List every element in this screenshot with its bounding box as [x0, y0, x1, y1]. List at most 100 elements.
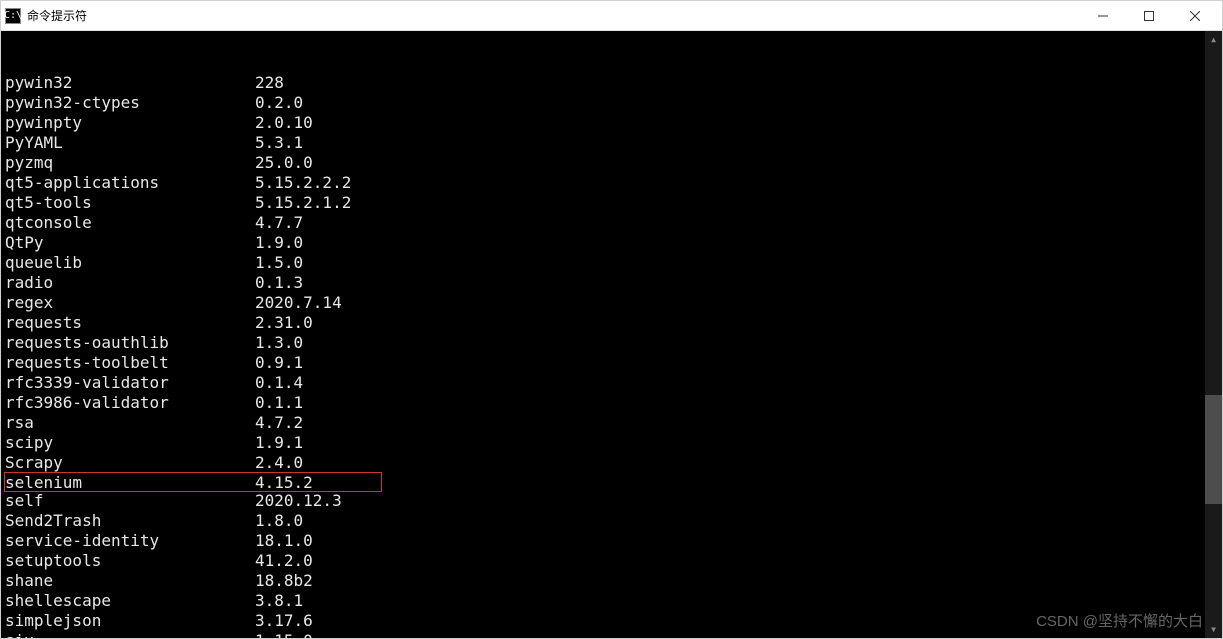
package-row: requests2.31.0: [5, 313, 1201, 333]
close-icon: [1190, 11, 1200, 21]
titlebar: C:\ 命令提示符: [1, 1, 1222, 31]
package-name: Send2Trash: [5, 511, 255, 531]
package-version: 1.9.0: [255, 233, 1201, 253]
package-name: requests-toolbelt: [5, 353, 255, 373]
package-version: 5.15.2.1.2: [255, 193, 1201, 213]
package-row: simplejson3.17.6: [5, 611, 1201, 631]
package-row: QtPy1.9.0: [5, 233, 1201, 253]
package-row: pyzmq25.0.0: [5, 153, 1201, 173]
package-row: rsa4.7.2: [5, 413, 1201, 433]
package-name: pywinpty: [5, 113, 255, 133]
package-name: requests-oauthlib: [5, 333, 255, 353]
package-row: qt5-tools5.15.2.1.2: [5, 193, 1201, 213]
package-row: pywin32228: [5, 73, 1201, 93]
package-row: shellescape3.8.1: [5, 591, 1201, 611]
package-row: pywinpty2.0.10: [5, 113, 1201, 133]
package-name: six: [5, 631, 255, 638]
package-row: PyYAML5.3.1: [5, 133, 1201, 153]
package-version: 18.8b2: [255, 571, 1201, 591]
scroll-up-arrow[interactable]: ▲: [1205, 31, 1222, 48]
package-version: 4.15.2: [255, 473, 381, 491]
package-version: 2.0.10: [255, 113, 1201, 133]
package-name: service-identity: [5, 531, 255, 551]
package-version: 228: [255, 73, 1201, 93]
terminal-output[interactable]: pywin32228pywin32-ctypes0.2.0pywinpty2.0…: [1, 31, 1205, 638]
package-version: 18.1.0: [255, 531, 1201, 551]
package-name: qtconsole: [5, 213, 255, 233]
package-row: shane18.8b2: [5, 571, 1201, 591]
package-name: PyYAML: [5, 133, 255, 153]
package-name: pyzmq: [5, 153, 255, 173]
package-version: 5.3.1: [255, 133, 1201, 153]
package-row: regex2020.7.14: [5, 293, 1201, 313]
package-name: rfc3339-validator: [5, 373, 255, 393]
package-name: pywin32-ctypes: [5, 93, 255, 113]
package-version: 2020.7.14: [255, 293, 1201, 313]
package-row: Send2Trash1.8.0: [5, 511, 1201, 531]
package-row: six1.15.0: [5, 631, 1201, 638]
package-version: 1.5.0: [255, 253, 1201, 273]
vertical-scrollbar[interactable]: ▲ ▼: [1205, 31, 1222, 638]
package-name: Scrapy: [5, 453, 255, 473]
package-version: 0.1.1: [255, 393, 1201, 413]
package-name: setuptools: [5, 551, 255, 571]
window-controls: [1080, 1, 1218, 30]
package-version: 4.7.2: [255, 413, 1201, 433]
package-name: qt5-applications: [5, 173, 255, 193]
package-version: 4.7.7: [255, 213, 1201, 233]
package-name: qt5-tools: [5, 193, 255, 213]
package-version: 1.9.1: [255, 433, 1201, 453]
watermark: CSDN @坚持不懈的大白: [1036, 610, 1203, 631]
package-name: shane: [5, 571, 255, 591]
terminal-area: pywin32228pywin32-ctypes0.2.0pywinpty2.0…: [1, 31, 1222, 638]
package-name: rsa: [5, 413, 255, 433]
package-version: 0.9.1: [255, 353, 1201, 373]
scroll-down-arrow[interactable]: ▼: [1205, 621, 1222, 638]
package-version: 25.0.0: [255, 153, 1201, 173]
package-name: requests: [5, 313, 255, 333]
package-version: 0.1.4: [255, 373, 1201, 393]
package-row: setuptools41.2.0: [5, 551, 1201, 571]
package-name: shellescape: [5, 591, 255, 611]
package-row: Scrapy2.4.0: [5, 453, 1201, 473]
package-version: 2.4.0: [255, 453, 1201, 473]
package-version: 1.8.0: [255, 511, 1201, 531]
scrollbar-thumb[interactable]: [1205, 395, 1222, 504]
package-name: scipy: [5, 433, 255, 453]
package-name: self: [5, 491, 255, 511]
package-row: qtconsole4.7.7: [5, 213, 1201, 233]
maximize-icon: [1144, 11, 1154, 21]
close-button[interactable]: [1172, 1, 1218, 30]
package-version: 1.15.0: [255, 631, 1201, 638]
package-version: 2.31.0: [255, 313, 1201, 333]
package-name: pywin32: [5, 73, 255, 93]
package-row: radio0.1.3: [5, 273, 1201, 293]
package-row: requests-toolbelt0.9.1: [5, 353, 1201, 373]
package-row: requests-oauthlib1.3.0: [5, 333, 1201, 353]
package-row: rfc3986-validator0.1.1: [5, 393, 1201, 413]
package-name: selenium: [5, 473, 255, 491]
package-name: QtPy: [5, 233, 255, 253]
package-version: 3.8.1: [255, 591, 1201, 611]
package-version: 1.3.0: [255, 333, 1201, 353]
package-row: service-identity18.1.0: [5, 531, 1201, 551]
minimize-button[interactable]: [1080, 1, 1126, 30]
package-version: 2020.12.3: [255, 491, 1201, 511]
package-row: scipy1.9.1: [5, 433, 1201, 453]
package-row: queuelib1.5.0: [5, 253, 1201, 273]
package-name: regex: [5, 293, 255, 313]
minimize-icon: [1098, 11, 1108, 21]
package-name: simplejson: [5, 611, 255, 631]
package-row: qt5-applications5.15.2.2.2: [5, 173, 1201, 193]
package-row: self2020.12.3: [5, 491, 1201, 511]
package-name: queuelib: [5, 253, 255, 273]
package-row: rfc3339-validator0.1.4: [5, 373, 1201, 393]
package-name: radio: [5, 273, 255, 293]
window-title: 命令提示符: [27, 7, 1080, 24]
package-row: pywin32-ctypes0.2.0: [5, 93, 1201, 113]
maximize-button[interactable]: [1126, 1, 1172, 30]
command-prompt-window: C:\ 命令提示符 pywin32228pywin32-ctypes0.2.0p…: [0, 0, 1223, 639]
package-version: 41.2.0: [255, 551, 1201, 571]
package-version: 0.2.0: [255, 93, 1201, 113]
package-row: selenium4.15.2: [4, 472, 382, 492]
